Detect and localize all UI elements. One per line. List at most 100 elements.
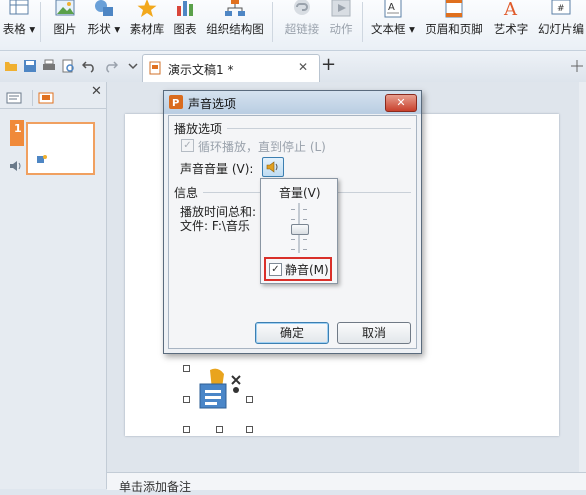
close-tab-icon[interactable]: ✕	[298, 60, 308, 74]
chevron-down-icon[interactable]	[126, 59, 140, 73]
org-chart-label: 组织结构图	[206, 22, 264, 36]
loop-label: 循环播放，直到停止 (L)	[198, 140, 326, 154]
svg-text:A: A	[388, 2, 395, 13]
hyperlink-button: 超链接	[282, 0, 322, 42]
wps-presentation-icon: P	[169, 95, 183, 109]
material-library-button[interactable]: 素材库	[126, 0, 168, 42]
speaker-icon	[266, 161, 278, 173]
org-chart-button[interactable]: 组织结构图	[204, 0, 266, 42]
svg-text:A: A	[503, 0, 518, 18]
action-label: 动作	[329, 22, 353, 36]
save-icon[interactable]	[23, 59, 37, 73]
hyperlink-icon	[294, 0, 310, 15]
slides-view-icon[interactable]	[38, 92, 54, 104]
move-icon[interactable]	[570, 59, 584, 73]
audio-object[interactable]	[183, 365, 253, 433]
dialog-title: 声音选项	[188, 97, 237, 111]
action-button: 动作	[326, 0, 356, 42]
outline-view-icon[interactable]	[6, 92, 22, 104]
picture-label: 图片	[53, 22, 77, 36]
svg-text:#: #	[557, 4, 565, 14]
notes-placeholder: 单击添加备注	[119, 480, 192, 494]
ok-button[interactable]: 确定	[255, 322, 329, 344]
wordart-label: 艺术字	[493, 22, 529, 36]
picture-icon	[55, 0, 75, 16]
hyperlink-label: 超链接	[284, 22, 320, 36]
volume-slider[interactable]	[288, 203, 310, 253]
print-icon[interactable]	[42, 59, 56, 73]
slider-thumb[interactable]	[291, 224, 309, 235]
resize-handle[interactable]	[183, 396, 190, 403]
textbox-icon: A	[384, 0, 402, 18]
close-panel-icon[interactable]: ✕	[91, 84, 102, 99]
mute-checkbox[interactable]: ✓	[269, 263, 282, 276]
volume-popup: 音量(V) ✓ 静音(M)	[260, 178, 338, 284]
shapes-icon	[95, 0, 113, 16]
panel-divider	[32, 90, 33, 106]
tab-document[interactable]: 演示文稿1 * ✕	[142, 54, 320, 82]
open-folder-icon[interactable]	[4, 59, 18, 73]
volume-label: 声音音量 (V):	[180, 162, 254, 176]
ribbon-divider	[40, 2, 41, 42]
slide-number: 1	[14, 122, 22, 135]
dialog-title-bar[interactable]: P 声音选项 ✕	[164, 91, 421, 114]
resize-handle[interactable]	[246, 426, 253, 433]
file-path: 文件: F:\音乐	[180, 219, 250, 233]
picture-button[interactable]: 图片	[48, 0, 82, 42]
dialog-close-button[interactable]: ✕	[385, 94, 417, 112]
header-footer-label: 页眉和页脚	[425, 22, 483, 36]
slide-number-button[interactable]: # 幻灯片编	[536, 0, 586, 42]
textbox-button[interactable]: A 文本框 ▾	[368, 0, 418, 42]
header-footer-icon	[445, 0, 463, 18]
notes-pane[interactable]: 单击添加备注	[107, 472, 586, 494]
resize-handle[interactable]	[183, 365, 190, 372]
svg-text:P: P	[172, 98, 179, 109]
resize-handle[interactable]	[246, 396, 253, 403]
cancel-button[interactable]: 取消	[337, 322, 411, 344]
shapes-button[interactable]: 形状 ▾	[84, 0, 124, 42]
org-chart-icon	[225, 0, 245, 16]
presentation-file-icon	[149, 61, 161, 75]
chart-label: 图表	[173, 22, 197, 36]
shapes-label: 形状 ▾	[87, 22, 121, 36]
ribbon-divider	[362, 2, 363, 42]
table-label: 表格 ▾	[2, 22, 36, 36]
cancel-label: 取消	[361, 326, 386, 340]
close-icon: ✕	[396, 96, 406, 109]
ok-label: 确定	[279, 326, 304, 340]
group-divider	[227, 128, 411, 129]
vertical-scrollbar[interactable]	[579, 82, 586, 472]
star-icon	[137, 0, 157, 17]
ribbon-divider	[272, 2, 273, 42]
slide-number-icon: #	[551, 0, 571, 15]
tab-document-label: 演示文稿1 *	[168, 63, 234, 77]
slides-panel: ✕ 1	[0, 82, 107, 489]
audio-file-icon	[199, 368, 241, 409]
new-tab-icon[interactable]: +	[321, 54, 336, 75]
loop-checkbox: ✓	[181, 139, 194, 152]
quick-access-bar: 演示文稿1 * ✕ +	[0, 51, 586, 83]
volume-button[interactable]	[262, 157, 284, 177]
action-icon	[331, 0, 351, 17]
textbox-label: 文本框 ▾	[371, 22, 415, 36]
resize-handle[interactable]	[216, 426, 223, 433]
mute-label: 静音(M)	[285, 263, 329, 277]
thumbnail-audio-icon	[37, 155, 47, 163]
undo-icon[interactable]	[82, 59, 96, 73]
wordart-icon: A	[503, 0, 518, 18]
wordart-button[interactable]: A 艺术字	[490, 0, 532, 42]
info-group-label: 信息	[174, 186, 199, 200]
ribbon-toolbar: 表格 ▾ 图片 形状 ▾ 素材库 图表 组织结构图 超链接 动作 A 文本框 ▾…	[0, 0, 586, 51]
material-library-label: 素材库	[129, 22, 165, 36]
resize-handle[interactable]	[183, 426, 190, 433]
chart-button[interactable]: 图表	[170, 0, 200, 42]
table-button[interactable]: 表格 ▾	[0, 0, 38, 42]
header-footer-button[interactable]: 页眉和页脚	[422, 0, 486, 42]
slide-thumbnail[interactable]	[26, 122, 95, 175]
print-preview-icon[interactable]	[61, 59, 75, 73]
slide-number-label: 幻灯片编	[538, 22, 584, 36]
playback-group-label: 播放选项	[174, 122, 223, 136]
panel-divider	[0, 108, 106, 109]
redo-icon[interactable]	[104, 59, 118, 73]
chart-icon	[177, 1, 193, 16]
